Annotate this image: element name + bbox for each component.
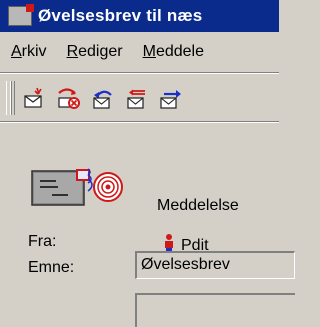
title-bar[interactable]: Øvelsesbrev til næs bbox=[0, 0, 279, 32]
menu-meddelelse-rest: eddele bbox=[155, 43, 204, 60]
menu-meddelelse[interactable]: Meddele bbox=[143, 43, 204, 61]
new-message-button[interactable] bbox=[22, 85, 48, 111]
toolbar-grip[interactable] bbox=[6, 81, 15, 115]
forward-icon bbox=[160, 90, 181, 109]
mail-window-icon[interactable] bbox=[8, 4, 34, 26]
menu-arkiv-mnemonic: A bbox=[11, 43, 22, 60]
menu-rediger[interactable]: Rediger bbox=[67, 43, 123, 61]
window-title: Øvelsesbrev til næs bbox=[38, 6, 203, 25]
menu-bar: Arkiv Rediger Meddele bbox=[0, 32, 279, 73]
subject-label: Emne: bbox=[28, 259, 75, 276]
reply-all-icon bbox=[127, 89, 145, 109]
message-type-label: Meddelelse bbox=[157, 197, 239, 214]
reply-all-button[interactable] bbox=[124, 85, 150, 111]
reply-button[interactable] bbox=[90, 85, 116, 111]
reply-icon bbox=[93, 90, 112, 109]
toolbar bbox=[0, 75, 279, 122]
from-label: Fra: bbox=[28, 233, 57, 250]
delete-icon bbox=[58, 88, 80, 109]
menu-arkiv[interactable]: Arkiv bbox=[11, 43, 47, 61]
new-message-icon bbox=[24, 87, 42, 108]
menu-arkiv-rest: rkiv bbox=[21, 43, 47, 60]
subject-field[interactable]: Øvelsesbrev bbox=[135, 251, 295, 279]
menu-meddelelse-mnemonic: M bbox=[142, 43, 156, 60]
next-field[interactable] bbox=[135, 293, 295, 327]
forward-button[interactable] bbox=[158, 85, 184, 111]
menu-rediger-mnemonic: R bbox=[66, 43, 79, 60]
delete-button[interactable] bbox=[56, 85, 82, 111]
menu-rediger-rest: ediger bbox=[78, 43, 123, 60]
message-envelope-icon bbox=[31, 168, 123, 206]
